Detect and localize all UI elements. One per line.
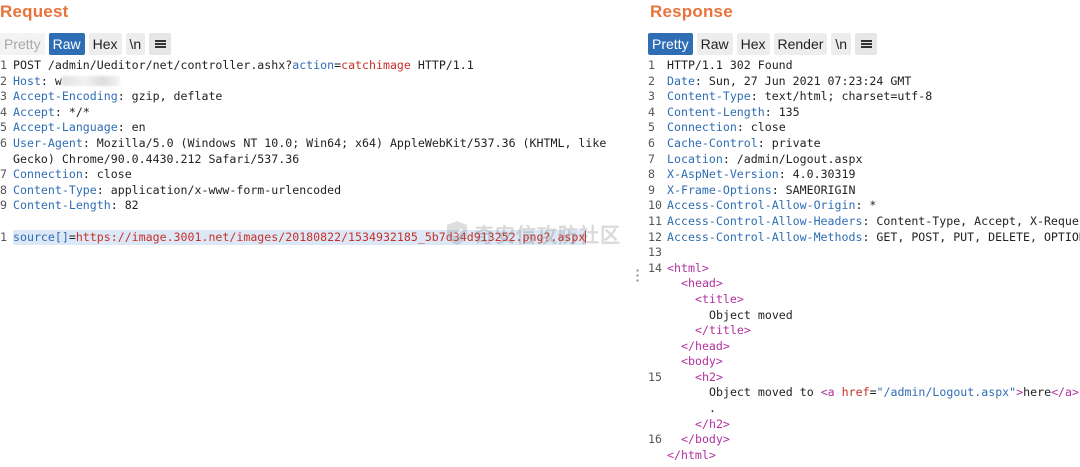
code-line: 8 Content-Type: application/x-www-form-u… bbox=[0, 182, 342, 197]
code-line: </head> bbox=[681, 338, 730, 353]
code-line: </html> bbox=[667, 447, 716, 462]
text-caret bbox=[585, 231, 587, 244]
code-line: </h2> bbox=[695, 416, 730, 431]
code-line: Gecko) Chrome/90.0.4430.212 Safari/537.3… bbox=[13, 151, 300, 166]
response-tab-raw[interactable]: Raw bbox=[696, 33, 733, 55]
code-line: 1 HTTP/1.1 302 Found bbox=[648, 58, 793, 72]
code-line: 3 Content-Type: text/html; charset=utf-8 bbox=[648, 89, 933, 104]
code-line: 13 bbox=[648, 245, 662, 260]
code-line: 9 Content-Length: 82 bbox=[0, 198, 139, 213]
code-line-body: 1 source[]=https://image.3001.net/images… bbox=[0, 229, 587, 246]
drag-handle-icon bbox=[636, 268, 639, 282]
code-line: 4 Content-Length: 135 bbox=[648, 104, 800, 119]
code-line: 12 Access-Control-Allow-Methods: GET, PO… bbox=[648, 229, 1080, 244]
request-tab-newline[interactable]: \n bbox=[125, 33, 146, 55]
code-line: 10 Access-Control-Allow-Origin: * bbox=[648, 198, 877, 213]
code-line: Object moved to <a href="/admin/Logout.a… bbox=[709, 385, 1079, 400]
request-menu-button[interactable] bbox=[149, 33, 172, 55]
response-menu-button[interactable] bbox=[855, 33, 878, 55]
response-title: Response bbox=[650, 2, 733, 21]
code-line: 2 Date: Sun, 27 Jun 2021 07:23:24 GMT bbox=[648, 73, 912, 88]
response-editor[interactable]: 1 HTTP/1.1 302 Found 2 Date: Sun, 27 Jun… bbox=[648, 58, 1080, 467]
panel-splitter[interactable] bbox=[634, 0, 642, 467]
code-line: 5 Connection: close bbox=[648, 120, 786, 135]
request-editor[interactable]: 1 POST /admin/Ueditor/net/controller.ash… bbox=[0, 58, 632, 467]
request-title: Request bbox=[0, 2, 69, 21]
request-tab-pretty[interactable]: Pretty bbox=[0, 33, 45, 55]
code-line: 4 Accept: */* bbox=[0, 104, 90, 119]
code-line: 11 Access-Control-Allow-Headers: Content… bbox=[648, 213, 1080, 228]
code-line: 2 Host: w bbox=[0, 74, 632, 90]
code-line: <title> bbox=[695, 291, 744, 306]
request-body-selection: source[]=https://image.3001.net/images/2… bbox=[13, 229, 587, 246]
response-tab-render[interactable]: Render bbox=[773, 33, 828, 55]
code-line: 14 <html> bbox=[648, 260, 709, 275]
code-line: 8 X-AspNet-Version: 4.0.30319 bbox=[648, 167, 856, 182]
code-line: <head> bbox=[681, 276, 723, 291]
code-line: 6 Cache-Control: private bbox=[648, 135, 821, 150]
code-line: . bbox=[709, 401, 716, 416]
code-line: 16 </body> bbox=[648, 432, 730, 447]
code-line: 15 <h2> bbox=[648, 369, 723, 384]
response-view-tabs: Pretty Raw Hex Render \n bbox=[648, 33, 878, 55]
code-line: 1 POST /admin/Ueditor/net/controller.ash… bbox=[0, 58, 474, 72]
code-line: 6 User-Agent: Mozilla/5.0 (Windows NT 10… bbox=[0, 135, 607, 150]
response-panel: Response Pretty Raw Hex Render \n 1 HTTP… bbox=[644, 0, 1080, 467]
response-tab-pretty[interactable]: Pretty bbox=[648, 33, 693, 55]
code-line: Object moved bbox=[709, 307, 793, 322]
response-tab-newline[interactable]: \n bbox=[831, 33, 852, 55]
code-line: 3 Accept-Encoding: gzip, deflate bbox=[0, 89, 223, 104]
request-tab-raw[interactable]: Raw bbox=[48, 33, 85, 55]
code-line: 7 Connection: close bbox=[0, 167, 132, 182]
hamburger-icon bbox=[860, 40, 872, 48]
code-line: 7 Location: /admin/Logout.aspx bbox=[648, 151, 863, 166]
response-tab-hex[interactable]: Hex bbox=[736, 33, 770, 55]
hamburger-icon bbox=[154, 40, 166, 48]
request-view-tabs: Pretty Raw Hex \n bbox=[0, 33, 172, 55]
redacted-host bbox=[61, 76, 120, 87]
code-line: <body> bbox=[681, 354, 723, 369]
request-panel: Request Pretty Raw Hex \n 1 POST /admin/… bbox=[0, 0, 632, 467]
code-line: </title> bbox=[695, 323, 751, 338]
code-line: 5 Accept-Language: en bbox=[0, 120, 146, 135]
request-tab-hex[interactable]: Hex bbox=[88, 33, 122, 55]
code-line: 9 X-Frame-Options: SAMEORIGIN bbox=[648, 182, 856, 197]
